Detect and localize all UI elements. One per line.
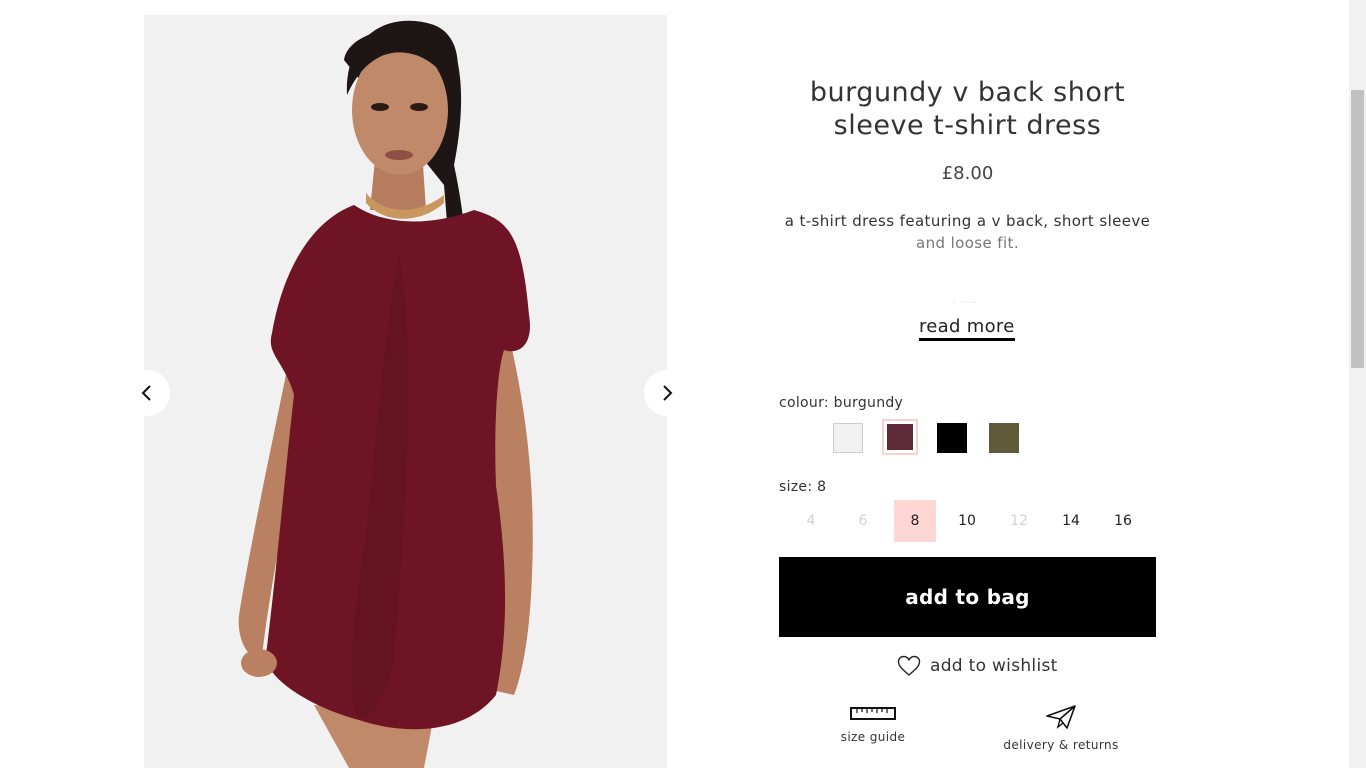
ruler-icon: [850, 707, 896, 720]
add-to-wishlist-label: add to wishlist: [930, 656, 1058, 676]
size-label: size: 8: [779, 479, 827, 495]
paper-plane-icon: [1046, 705, 1076, 729]
heart-icon: [897, 655, 921, 676]
size-guide-link[interactable]: size guide: [823, 704, 923, 744]
size-option-6[interactable]: 6: [842, 500, 884, 542]
size-option-16[interactable]: 16: [1102, 500, 1144, 542]
size-option-8[interactable]: 8: [894, 500, 936, 542]
next-image-button[interactable]: [644, 370, 690, 416]
size-option-12[interactable]: 12: [998, 500, 1040, 542]
add-to-wishlist-button[interactable]: add to wishlist: [897, 655, 1058, 677]
colour-swatch-burgundy[interactable]: [882, 419, 918, 455]
scrollbar-thumb[interactable]: [1351, 90, 1364, 368]
colour-swatch-khaki[interactable]: [989, 423, 1019, 453]
model-illustration: [144, 15, 667, 768]
chevron-left-icon: [141, 385, 151, 401]
size-option-14[interactable]: 14: [1050, 500, 1092, 542]
colour-swatch-white[interactable]: [833, 423, 863, 453]
description-line-1: a t-shirt dress featuring a v back, shor…: [784, 212, 1151, 230]
swatch-fill: [887, 424, 913, 450]
size-option-10[interactable]: 10: [946, 500, 988, 542]
size-option-4[interactable]: 4: [790, 500, 832, 542]
previous-image-button[interactable]: [124, 370, 170, 416]
description-line-2: and loose fit.: [915, 234, 1020, 252]
read-more-link[interactable]: read more: [919, 316, 1015, 341]
add-to-bag-button[interactable]: add to bag: [779, 557, 1156, 637]
product-price: £8.00: [941, 163, 994, 184]
delivery-returns-label: delivery & returns: [1003, 738, 1119, 752]
colour-label: colour: burgundy: [779, 395, 904, 411]
colour-swatch-black[interactable]: [937, 423, 967, 453]
product-image: [144, 15, 667, 768]
chevron-right-icon: [663, 385, 673, 401]
add-to-bag-label: add to bag: [905, 585, 1030, 609]
delivery-returns-link[interactable]: delivery & returns: [996, 704, 1126, 752]
size-guide-label: size guide: [840, 730, 906, 744]
product-description: a t-shirt dress featuring a v back, shor…: [779, 210, 1156, 254]
faded-description-text: · ·· ··: [952, 296, 978, 308]
product-title: burgundy v back short sleeve t-shirt dre…: [809, 77, 1126, 141]
